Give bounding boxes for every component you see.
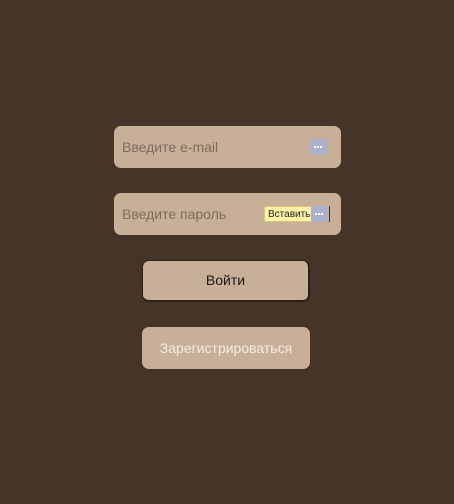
password-placeholder: Введите пароль: [122, 206, 227, 222]
register-button[interactable]: Зарегистрироваться: [142, 327, 310, 369]
password-manager-icon[interactable]: [311, 206, 328, 222]
password-field[interactable]: Введите пароль Вставить: [114, 193, 341, 235]
login-button[interactable]: Войти: [142, 260, 310, 302]
password-manager-icon[interactable]: [310, 139, 327, 155]
paste-tooltip[interactable]: Вставить: [264, 206, 315, 222]
email-field[interactable]: Введите e-mail: [114, 126, 341, 168]
text-cursor: [329, 206, 330, 222]
email-placeholder: Введите e-mail: [122, 139, 219, 155]
